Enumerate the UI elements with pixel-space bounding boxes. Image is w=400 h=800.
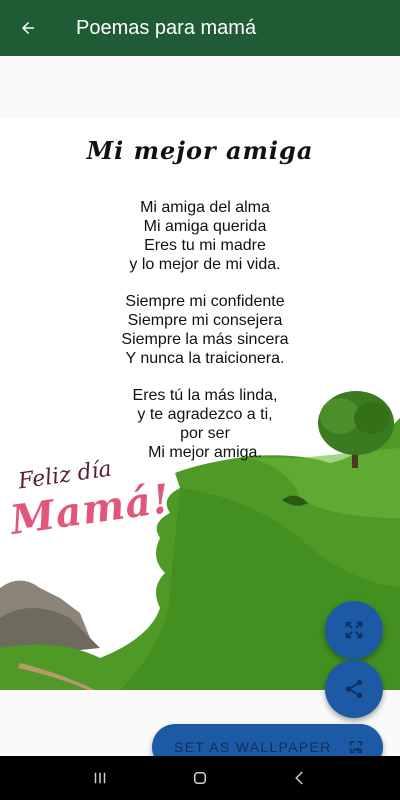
wallpaper-icon [350,741,362,753]
stanza-1: Mi amiga del alma Mi amiga querida Eres … [40,198,370,274]
poem-line: Siempre la más sincera [121,331,289,348]
home-icon [194,772,206,784]
poem-line: Mi amiga querida [143,218,267,235]
app-bar: Poemas para mamá [0,0,400,56]
share-icon [345,679,363,699]
system-nav-bar [0,756,400,800]
content-area: Mi mejor amiga Mi amiga del alma Mi amig… [0,56,400,787]
poem-line: y lo mejor de mi vida. [129,256,281,273]
home-button[interactable] [180,758,220,798]
poem-line: por ser [180,425,230,442]
app-title: Poemas para mamá [76,16,257,39]
poem-title: Mi mejor amiga [86,136,314,165]
poem-line: y te agradezco a ti, [137,406,273,423]
nav-back-icon [295,771,303,785]
arrow-back-icon [22,22,34,34]
poem-body: Mi amiga del alma Mi amiga querida Eres … [40,198,370,480]
recent-apps-icon [94,772,106,784]
poem-line: Eres tú la más linda, [132,387,278,404]
back-button[interactable] [0,0,56,56]
poem-line: Siempre mi confidente [125,293,285,310]
recent-apps-button[interactable] [80,758,120,798]
fullscreen-icon [345,621,363,639]
set-wallpaper-label: SET AS WALLPAPER [174,739,332,755]
poem-line: Siempre mi consejera [127,312,283,329]
stanza-2: Siempre mi confidente Siempre mi conseje… [40,292,370,368]
stanza-3: Eres tú la más linda, y te agradezco a t… [40,386,370,462]
fullscreen-button[interactable] [325,601,383,659]
poem-line: Eres tu mi madre [144,237,266,254]
poem-line: Y nunca la traicionera. [125,350,285,367]
share-button[interactable] [325,660,383,718]
poem-line: Mi amiga del alma [140,199,270,216]
nav-back-button[interactable] [280,758,320,798]
